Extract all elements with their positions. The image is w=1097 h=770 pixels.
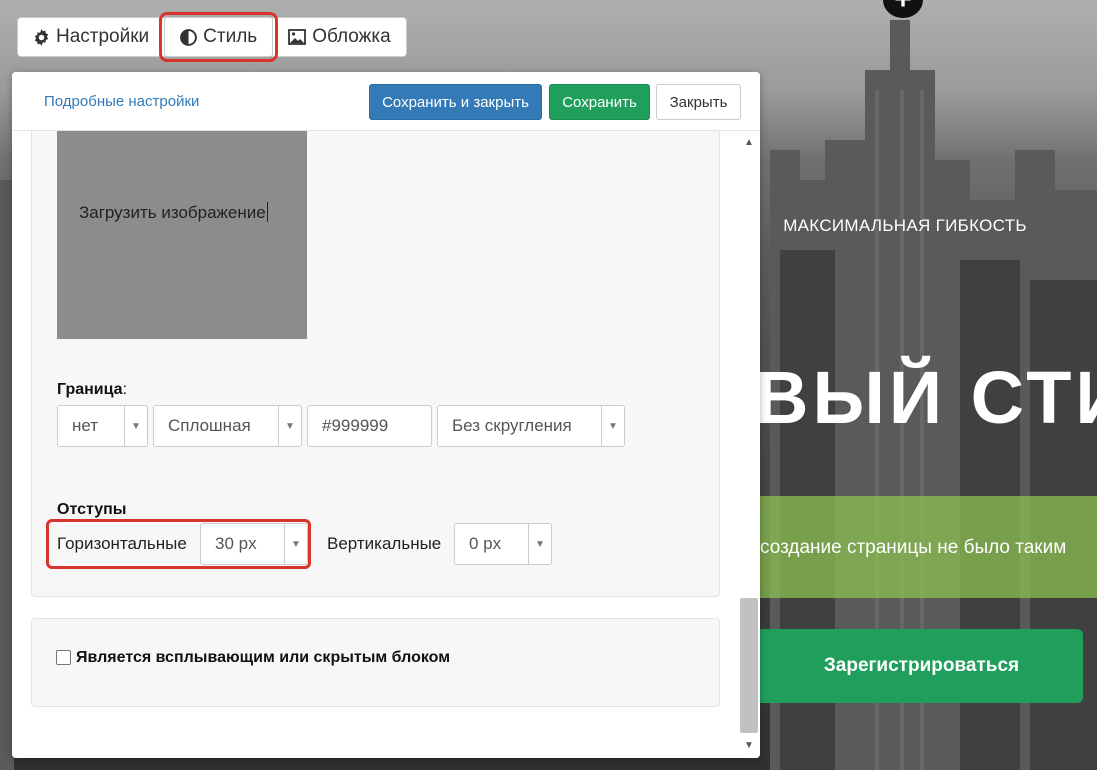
close-button[interactable]: Закрыть (656, 84, 741, 120)
border-label-text: Граница (57, 381, 123, 398)
hero-kicker: МАКСИМАЛЬНАЯ ГИБКОСТЬ (783, 216, 1027, 235)
vertical-padding-label: Вертикальные (327, 534, 442, 553)
border-width-value: нет (72, 416, 99, 435)
popup-checkbox-label: Является всплывающим или скрытым блоком (76, 649, 451, 666)
scroll-down-arrow-icon[interactable]: ▼ (738, 736, 760, 756)
tab-style[interactable]: Стиль (159, 12, 279, 62)
tab-cover-label: Обложка (312, 26, 391, 47)
scrollbar-thumb[interactable] (740, 598, 758, 733)
tab-style-label: Стиль (203, 26, 258, 47)
tab-cover[interactable]: Обложка (272, 17, 407, 57)
popup-section: Является всплывающим или скрытым блоком (31, 618, 720, 707)
register-button[interactable]: Зарегистрироваться (746, 629, 1083, 703)
border-label: Граница: (57, 381, 127, 399)
tab-settings[interactable]: Настройки (17, 17, 166, 57)
panel-scrollbar[interactable]: ▲ ▼ (738, 131, 760, 758)
scroll-up-arrow-icon[interactable]: ▲ (738, 133, 760, 153)
text-cursor (266, 202, 268, 222)
upload-image-label: Загрузить изображение (79, 202, 268, 223)
editor-tabs: Настройки Стиль Обложка (17, 12, 407, 62)
border-style-select[interactable]: Сплошная ▼ (153, 405, 302, 447)
horizontal-padding-select[interactable]: 30 px ▼ (200, 523, 308, 565)
advanced-settings-link[interactable]: Подробные настройки (44, 93, 199, 110)
image-upload-area[interactable]: Загрузить изображение (57, 131, 307, 339)
border-label-colon: : (122, 381, 128, 398)
chevron-down-icon: ▼ (278, 406, 301, 446)
chevron-down-icon: ▼ (124, 406, 147, 446)
style-settings-panel: Подробные настройки Сохранить и закрыть … (12, 72, 760, 758)
vertical-padding-value: 0 px (469, 534, 502, 553)
contrast-icon (180, 28, 198, 46)
save-button[interactable]: Сохранить (549, 84, 650, 120)
gear-icon (33, 28, 50, 46)
border-radius-select[interactable]: Без скругления ▼ (437, 405, 625, 447)
hero-subtitle: создание страницы не было таким (760, 537, 1067, 558)
horizontal-padding-label: Горизонтальные (57, 534, 187, 553)
panel-header: Подробные настройки Сохранить и закрыть … (12, 72, 760, 131)
border-radius-value: Без скругления (452, 416, 572, 435)
padding-label: Отступы (57, 501, 127, 518)
chevron-down-icon: ▼ (601, 406, 624, 446)
horizontal-padding-value: 30 px (215, 534, 257, 553)
panel-body: Загрузить изображение Граница: нет ▼ Спл… (12, 131, 738, 758)
image-icon (288, 29, 307, 45)
tab-settings-label: Настройки (56, 26, 150, 47)
border-style-value: Сплошная (168, 416, 251, 435)
style-section: Загрузить изображение Граница: нет ▼ Спл… (31, 131, 720, 597)
popup-checkbox[interactable] (56, 650, 71, 665)
vertical-padding-select[interactable]: 0 px ▼ (454, 523, 552, 565)
hero-title: ВЫЙ СТИЛ (755, 356, 1097, 439)
border-width-select[interactable]: нет ▼ (57, 405, 148, 447)
chevron-down-icon: ▼ (284, 524, 307, 564)
chevron-down-icon: ▼ (528, 524, 551, 564)
save-and-close-button[interactable]: Сохранить и закрыть (369, 84, 542, 120)
border-color-input[interactable]: #999999 (307, 405, 432, 447)
upload-image-text: Загрузить изображение (79, 203, 266, 222)
